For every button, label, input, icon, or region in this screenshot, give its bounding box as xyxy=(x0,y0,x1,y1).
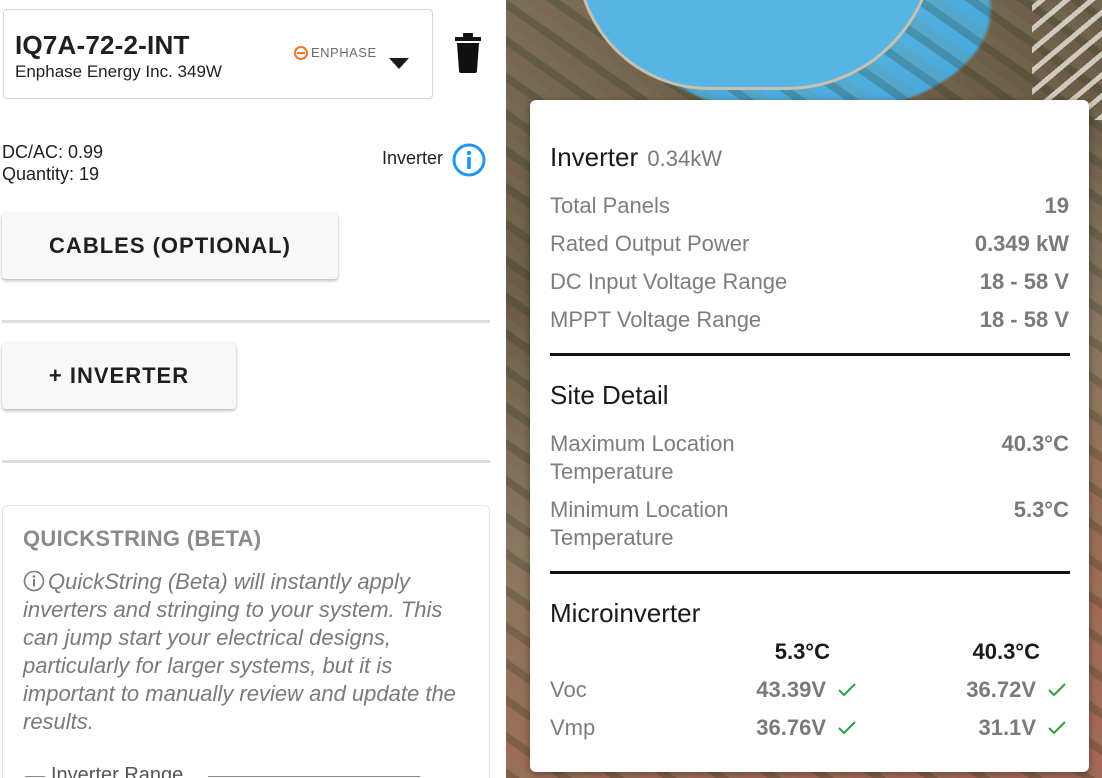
info-icon xyxy=(23,570,45,592)
inverter-info-label: Inverter xyxy=(382,148,444,168)
inverter-stats: DC/AC: 0.99 Quantity: 19 xyxy=(2,141,103,185)
rated-output-label: Rated Output Power xyxy=(550,231,750,256)
voc-max-temp-value: 36.72V xyxy=(966,677,1036,702)
dc-input-voltage-label: DC Input Voltage Range xyxy=(550,269,788,294)
quickstring-description: QuickString (Beta) will instantly apply … xyxy=(23,568,473,736)
inverter-manufacturer: Enphase Energy Inc. 349W xyxy=(15,62,222,81)
check-icon xyxy=(838,721,856,735)
min-temp-label-line1: Minimum Location xyxy=(550,497,729,522)
total-panels-value: 19 xyxy=(1044,193,1069,218)
inverter-quantity: Quantity: 19 xyxy=(2,164,100,184)
vmp-max-temp-value: 31.1V xyxy=(978,715,1037,740)
trash-icon[interactable] xyxy=(453,33,483,73)
voc-label: Voc xyxy=(550,677,587,702)
cables-button[interactable]: CABLES (OPTIONAL) xyxy=(2,213,338,279)
inverter-range-label[interactable]: Inverter Range xyxy=(51,764,183,778)
microinverter-title: Microinverter xyxy=(550,598,701,628)
col-min-temp-header: 5.3°C xyxy=(774,639,830,664)
mppt-voltage-value: 18 - 58 V xyxy=(979,307,1069,332)
vmp-label: Vmp xyxy=(550,715,596,740)
total-panels-label: Total Panels xyxy=(550,193,670,218)
dc-ac-ratio: DC/AC: 0.99 xyxy=(2,142,104,162)
check-icon xyxy=(1048,683,1066,697)
max-temp-value: 40.3°C xyxy=(1001,431,1069,456)
vmp-min-temp-value: 36.76V xyxy=(756,715,826,740)
col-max-temp-header: 40.3°C xyxy=(972,639,1040,664)
min-temp-value: 5.3°C xyxy=(1013,497,1069,522)
quickstring-description-text: QuickString (Beta) will instantly apply … xyxy=(23,569,456,734)
divider xyxy=(2,320,490,323)
section-divider xyxy=(550,353,1070,356)
inverter-title: Inverter xyxy=(550,142,639,172)
brand-name: ENPHASE xyxy=(311,45,377,60)
mppt-voltage-label: MPPT Voltage Range xyxy=(550,307,762,332)
quickstring-card: QUICKSTRING (BETA) QuickString (Beta) wi… xyxy=(2,505,490,778)
min-temp-label: Minimum Location Temperature xyxy=(550,496,729,552)
max-temp-label-line1: Maximum Location xyxy=(550,431,735,456)
inverter-details-popup: Inverter 0.34kW Total Panels 19 Rated Ou… xyxy=(530,100,1089,772)
enphase-logo-icon xyxy=(294,45,308,60)
max-temp-label-line2: Temperature xyxy=(550,459,674,484)
range-outline xyxy=(208,776,420,777)
range-outline xyxy=(25,776,45,777)
max-temp-label: Maximum Location Temperature xyxy=(550,430,735,486)
left-panel: IQ7A-72-2-INT Enphase Energy Inc. 349W E… xyxy=(0,0,506,778)
enphase-logo: ENPHASE xyxy=(294,45,377,60)
min-temp-label-line2: Temperature xyxy=(550,525,674,550)
site-detail-title: Site Detail xyxy=(550,380,669,410)
chevron-down-icon[interactable] xyxy=(389,58,409,69)
info-icon[interactable] xyxy=(452,143,486,177)
pool-image xyxy=(576,0,936,90)
quickstring-title: QUICKSTRING (BETA) xyxy=(23,526,262,551)
inverter-power: 0.34kW xyxy=(647,146,722,171)
voc-min-temp-value: 43.39V xyxy=(756,677,826,702)
rated-output-value: 0.349 kW xyxy=(974,231,1069,256)
check-icon xyxy=(1048,721,1066,735)
section-divider xyxy=(550,571,1070,574)
divider xyxy=(2,460,490,463)
inverter-model: IQ7A-72-2-INT xyxy=(15,30,190,60)
check-icon xyxy=(838,683,856,697)
inverter-selector[interactable]: IQ7A-72-2-INT Enphase Energy Inc. 349W E… xyxy=(3,9,433,99)
inverter-section-title: Inverter 0.34kW xyxy=(550,142,722,173)
dc-input-voltage-value: 18 - 58 V xyxy=(979,269,1069,294)
add-inverter-button[interactable]: + INVERTER xyxy=(2,343,236,409)
